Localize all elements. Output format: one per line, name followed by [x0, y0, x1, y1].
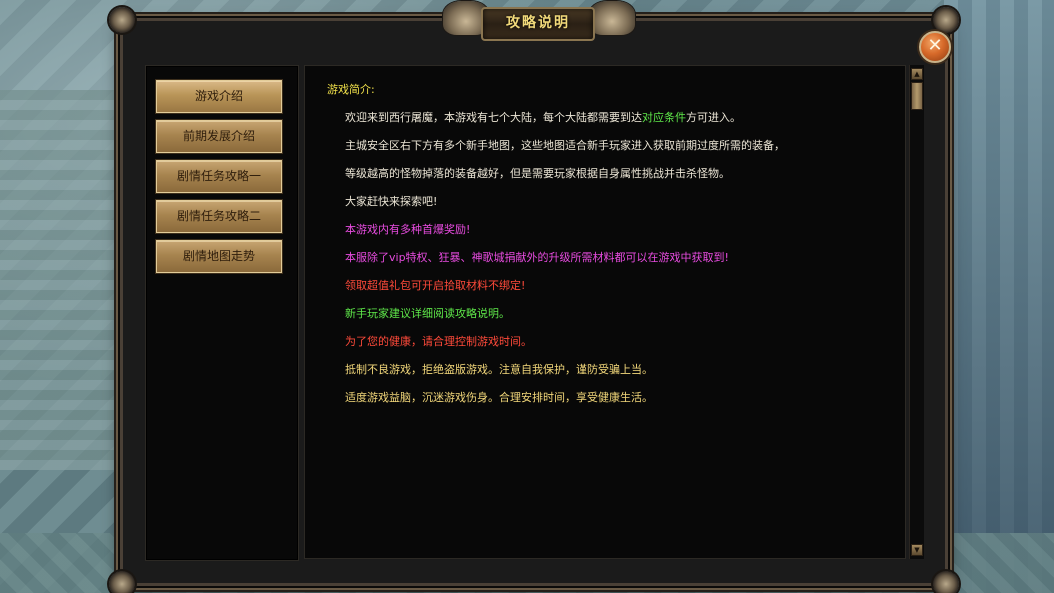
nav-button-game-intro[interactable]: 游戏介绍: [156, 80, 282, 113]
content-paragraph: 本游戏内有多种首爆奖励!: [345, 223, 471, 236]
background-terrace-left: [0, 90, 140, 470]
guide-nav-panel: 游戏介绍 前期发展介绍 剧情任务攻略一 剧情任务攻略二 剧情地图走势: [145, 65, 299, 561]
guide-window: 攻略说明 ✕ 游戏介绍 前期发展介绍 剧情任务攻略一 剧情任务攻略二 剧情地图走…: [109, 1, 959, 593]
scroll-up-button[interactable]: ▲: [911, 68, 923, 80]
scroll-down-button[interactable]: ▼: [911, 544, 923, 556]
highlight-text: 对应条件: [642, 111, 686, 124]
guide-content-panel: 游戏简介: 欢迎来到西行屠魔，本游戏有七个大陆，每个大陆都需要到达对应条件方可进…: [304, 65, 906, 559]
content-paragraph: 大家赶快来探索吧!: [345, 195, 438, 208]
content-paragraph: 适度游戏益脑，沉迷游戏伤身。合理安排时间，享受健康生活。: [345, 391, 653, 404]
content-paragraph: 欢迎来到西行屠魔，本游戏有七个大陆，每个大陆都需要到达对应条件方可进入。: [327, 110, 905, 126]
paragraph-text: 欢迎来到西行屠魔，本游戏有七个大陆，每个大陆都需要到达: [345, 111, 642, 124]
content-paragraph: 领取超值礼包可开启拾取材料不绑定!: [345, 279, 526, 292]
content-paragraph: 新手玩家建议详细阅读攻略说明。: [345, 307, 510, 320]
nav-button-story-map-trend[interactable]: 剧情地图走势: [156, 240, 282, 273]
corner-ornament: [109, 7, 135, 33]
game-scene: 攻略说明 ✕ 游戏介绍 前期发展介绍 剧情任务攻略一 剧情任务攻略二 剧情地图走…: [0, 0, 1054, 593]
content-paragraph: 为了您的健康，请合理控制游戏时间。: [345, 335, 532, 348]
window-title: 攻略说明: [506, 15, 570, 31]
close-button[interactable]: ✕: [919, 31, 951, 63]
chevron-up-icon: ▲: [914, 70, 920, 78]
content-paragraph: 本服除了vip特权、狂暴、神歌城捐献外的升级所需材料都可以在游戏中获取到!: [345, 251, 729, 264]
nav-button-early-development[interactable]: 前期发展介绍: [156, 120, 282, 153]
content-heading: 游戏简介:: [327, 83, 375, 96]
paragraph-text: 方可进入。: [686, 111, 741, 124]
nav-button-story-quest-guide-1[interactable]: 剧情任务攻略一: [156, 160, 282, 193]
close-icon: ✕: [927, 35, 943, 56]
content-paragraph: 抵制不良游戏，拒绝盗版游戏。注意自我保护，谨防受骗上当。: [345, 363, 653, 376]
content-paragraph: 主城安全区右下方有多个新手地图，这些地图适合新手玩家进入获取前期过度所需的装备，: [345, 139, 785, 152]
scroll-thumb[interactable]: [911, 82, 923, 110]
corner-ornament: [933, 7, 959, 33]
tiger-ornament-icon: [589, 1, 635, 35]
corner-ornament: [109, 571, 135, 593]
background-terrace-right: [944, 0, 1054, 593]
corner-ornament: [933, 571, 959, 593]
content-scrollbar[interactable]: ▲ ▼: [909, 65, 924, 559]
chevron-down-icon: ▼: [914, 546, 920, 554]
content-paragraph: 等级越高的怪物掉落的装备越好，但是需要玩家根据自身属性挑战并击杀怪物。: [345, 167, 730, 180]
nav-button-story-quest-guide-2[interactable]: 剧情任务攻略二: [156, 200, 282, 233]
title-plate: 攻略说明: [481, 7, 595, 41]
